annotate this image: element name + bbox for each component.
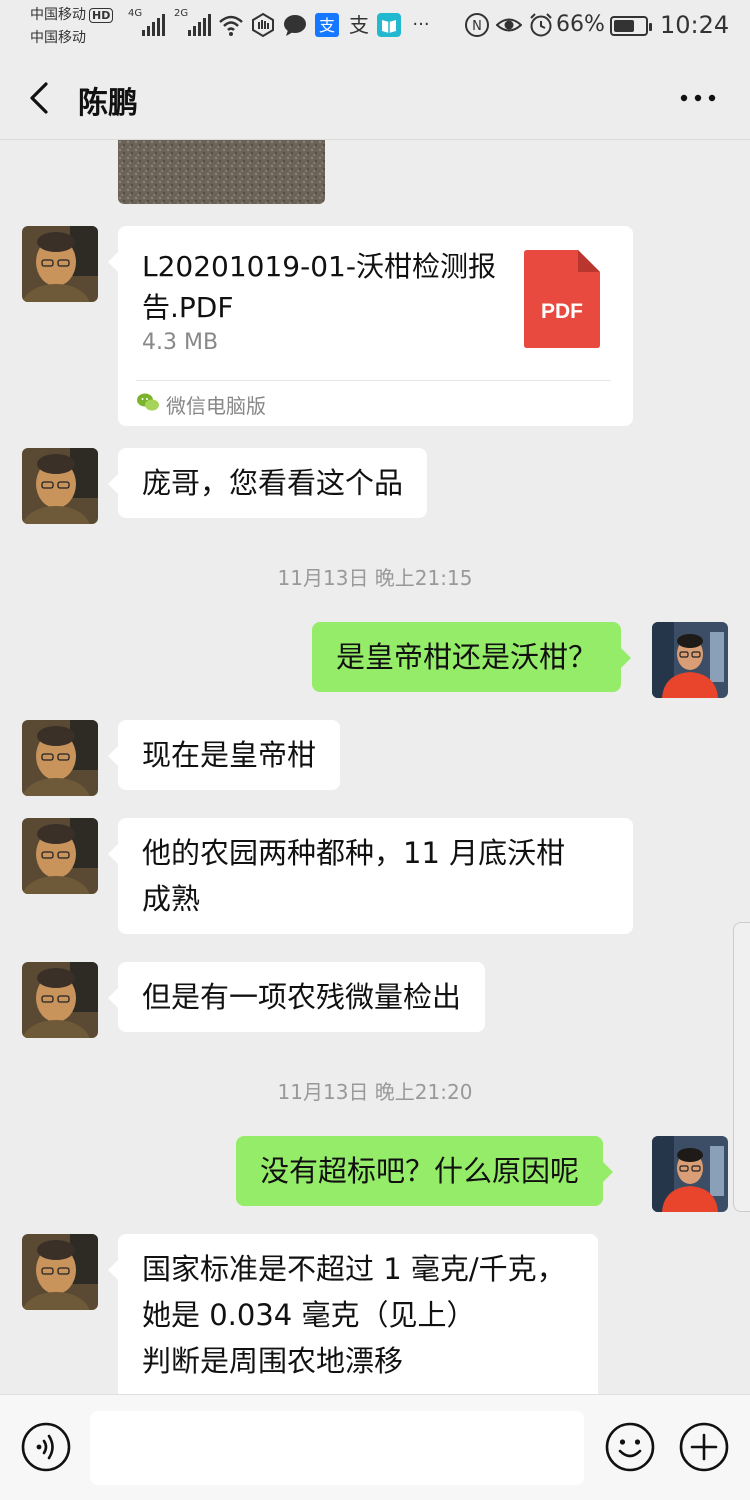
wechat-icon [137, 393, 159, 411]
signal-2-icon [188, 12, 211, 36]
chat-bubble-icon [284, 15, 306, 36]
svg-text:支: 支 [349, 13, 369, 37]
message-input[interactable] [90, 1411, 584, 1485]
alipay-icon: 支 [349, 13, 369, 37]
message-bubble-incoming[interactable]: 国家标准是不超过 1 毫克/千克， 她是 0.034 毫克（见上） 判断是周围农… [108, 1234, 598, 1394]
file-divider [136, 380, 611, 381]
signal-1-icon [142, 12, 165, 36]
pdf-badge-label: PDF [541, 300, 583, 323]
wifi-icon [219, 15, 243, 36]
signal-2-label: 2G [174, 8, 189, 19]
file-name: L20201019-01-沃柑检测报告.PDF [142, 250, 496, 324]
battery-icon [610, 16, 652, 36]
contact-avatar[interactable] [22, 226, 98, 302]
reader-icon [377, 13, 401, 37]
contact-avatar[interactable] [22, 448, 98, 524]
file-source-label: 微信电脑版 [166, 394, 266, 418]
back-arrow-icon[interactable] [22, 78, 62, 118]
file-message[interactable]: L20201019-01-沃柑检测报告.PDF 4.3 MB PDF 微信电脑版 [108, 226, 633, 426]
contact-avatar[interactable] [22, 720, 98, 796]
nfc-icon: N [465, 13, 489, 37]
contact-avatar[interactable] [22, 818, 98, 894]
voice-input-icon[interactable] [20, 1421, 72, 1473]
alarm-icon [530, 13, 552, 37]
input-bar [0, 1394, 750, 1500]
emoji-icon[interactable] [604, 1421, 656, 1473]
plus-icon[interactable] [678, 1421, 730, 1473]
image-message[interactable] [118, 140, 325, 204]
carrier-2: 中国移动 [30, 30, 86, 46]
scroll-handle[interactable] [733, 922, 750, 1212]
message-bubble-incoming[interactable]: 但是有一项农残微量检出 [107, 962, 486, 1032]
more-notifications-icon: ··· [412, 14, 430, 35]
pdf-file-icon: PDF [524, 250, 600, 348]
more-options-icon[interactable] [676, 78, 720, 118]
contact-avatar[interactable] [22, 1234, 98, 1310]
message-timestamp: 11月13日 晚上21:15 [277, 566, 473, 590]
message-bubble-outgoing[interactable]: 没有超标吧？什么原因呢 [236, 1136, 614, 1206]
clock: 10:24 [660, 11, 730, 39]
svg-text:N: N [472, 19, 482, 34]
message-bubble-incoming[interactable]: 庞哥，您看看这个品 [107, 448, 428, 518]
contact-avatar[interactable] [22, 962, 98, 1038]
hd-badge: HD [89, 8, 114, 23]
message-bubble-incoming[interactable]: 他的农园两种都种，11 月底沃柑 成熟 [108, 818, 633, 934]
file-size: 4.3 MB [142, 330, 219, 355]
battery-percent: 66% [556, 12, 605, 37]
message-timestamp: 11月13日 晚上21:20 [277, 1080, 473, 1104]
hand-icon [252, 12, 274, 38]
chat-header: 陈鹏 [0, 56, 750, 140]
battery-fill [614, 20, 634, 32]
svg-text:支: 支 [319, 16, 335, 35]
my-avatar[interactable] [652, 1136, 728, 1212]
signal-1-label: 4G [128, 8, 143, 19]
chat-title: 陈鹏 [78, 86, 138, 121]
alipay-icon: 支 [315, 13, 339, 37]
my-avatar[interactable] [652, 622, 728, 698]
status-bar: 中国移动 HD 中国移动 4G 2G 支 支 ··· N 66% 10:24 [0, 0, 750, 56]
carrier-1: 中国移动 HD [30, 7, 114, 23]
message-bubble-incoming[interactable]: 现在是皇帝柑 [107, 720, 341, 790]
message-list[interactable]: L20201019-01-沃柑检测报告.PDF 4.3 MB PDF 微信电脑版… [0, 140, 750, 1394]
eye-icon [496, 18, 522, 32]
message-bubble-outgoing[interactable]: 是皇帝柑还是沃柑？ [312, 622, 632, 692]
